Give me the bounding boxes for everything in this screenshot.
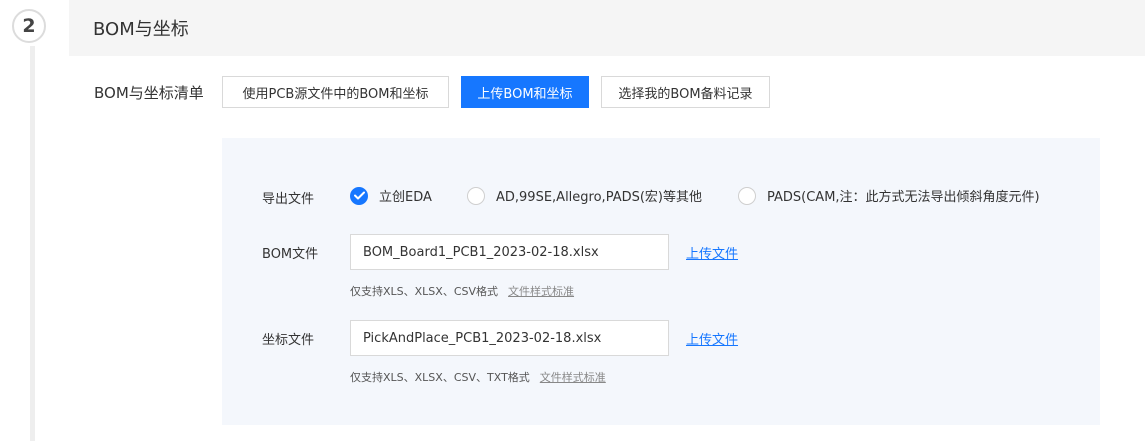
radio-checked-indicator <box>350 186 368 205</box>
radio-option-other[interactable]: AD,99SE,Allegro,PADS(宏)等其他 <box>467 186 702 205</box>
radio-option-pads[interactable]: PADS(CAM,注：此方式无法导出倾斜角度元件) <box>738 186 1040 205</box>
bom-upload-link[interactable]: 上传文件 <box>686 243 738 262</box>
use-pcb-source-button[interactable]: 使用PCB源文件中的BOM和坐标 <box>222 76 449 108</box>
radio-label-pads: PADS(CAM,注：此方式无法导出倾斜角度元件) <box>767 190 1040 205</box>
coord-standard-link[interactable]: 文件样式标准 <box>540 371 606 384</box>
coord-file-hint: 仅支持XLS、XLSX、CSV、TXT格式 文件样式标准 <box>350 369 606 385</box>
upload-bom-button[interactable]: 上传BOM和坐标 <box>461 76 589 108</box>
radio-unchecked-indicator <box>738 186 756 205</box>
checkmark-icon <box>353 191 365 200</box>
section-header: BOM与坐标 <box>69 0 1145 56</box>
step-number-badge: 2 <box>12 9 46 43</box>
step-connector-line <box>30 46 35 441</box>
radio-option-lceda[interactable]: 立创EDA <box>350 186 432 205</box>
bom-file-hint: 仅支持XLS、XLSX、CSV格式 文件样式标准 <box>350 283 574 299</box>
bom-source-label: BOM与坐标清单 <box>94 84 204 102</box>
coord-upload-link[interactable]: 上传文件 <box>686 329 738 348</box>
coord-format-hint-text: 仅支持XLS、XLSX、CSV、TXT格式 <box>350 371 530 384</box>
radio-unchecked-indicator <box>467 186 485 205</box>
bom-file-input[interactable] <box>350 234 669 270</box>
section-title: BOM与坐标 <box>93 19 189 40</box>
coord-file-input[interactable] <box>350 320 669 356</box>
select-bom-record-button[interactable]: 选择我的BOM备料记录 <box>601 76 770 108</box>
radio-label-lceda: 立创EDA <box>379 190 432 205</box>
upload-panel: 导出文件 立创EDA AD,99SE,Allegro,PADS(宏)等其他 PA… <box>222 138 1100 425</box>
radio-label-other: AD,99SE,Allegro,PADS(宏)等其他 <box>496 190 702 205</box>
bom-format-hint-text: 仅支持XLS、XLSX、CSV格式 <box>350 285 499 298</box>
bom-file-label: BOM文件 <box>262 247 319 262</box>
coord-file-label: 坐标文件 <box>262 333 315 348</box>
export-file-label: 导出文件 <box>262 192 315 207</box>
bom-standard-link[interactable]: 文件样式标准 <box>508 285 574 298</box>
